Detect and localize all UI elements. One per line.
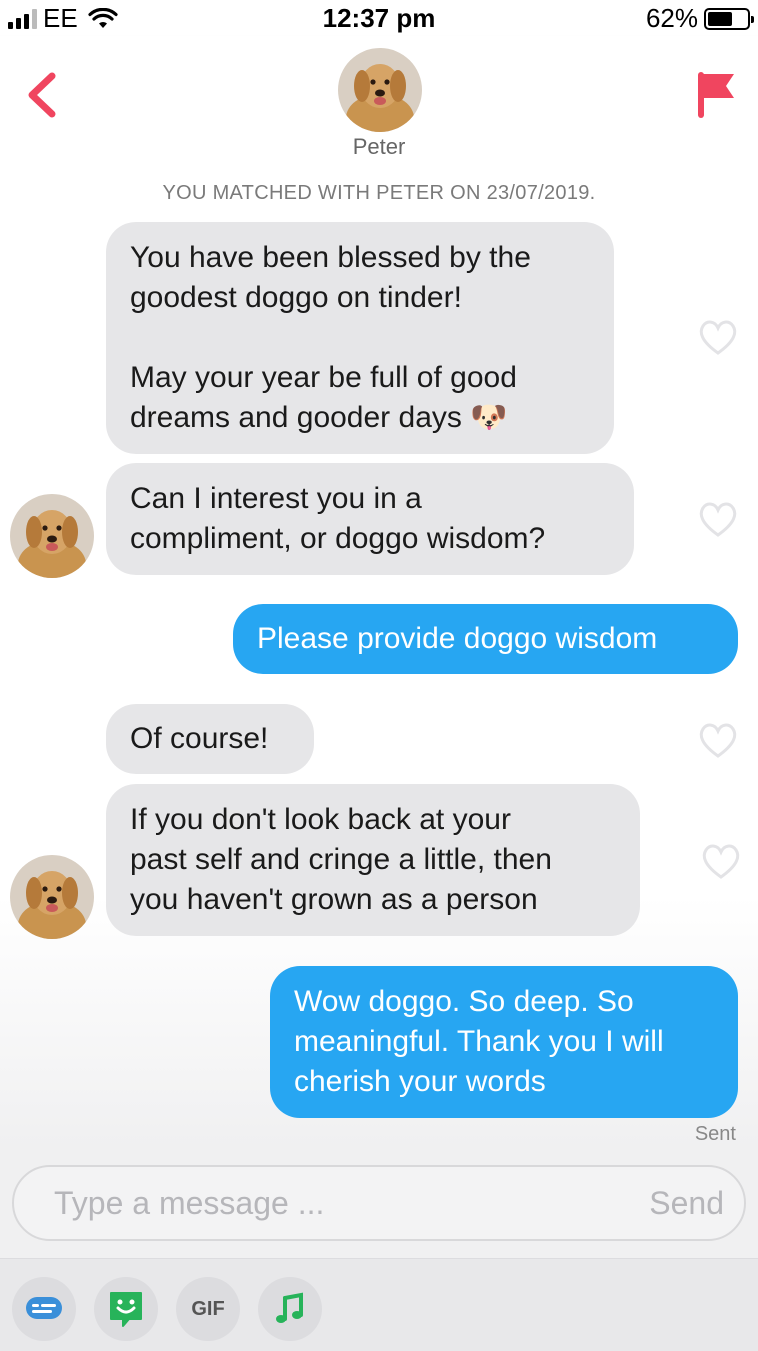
message-line: Please provide doggo wisdom (257, 622, 658, 655)
incoming-message[interactable]: If you don't look back at your past self… (106, 784, 640, 936)
status-time: 12:37 pm (322, 3, 436, 33)
incoming-message[interactable]: Can I interest you in a compliment, or d… (106, 463, 634, 575)
outgoing-message[interactable]: Please provide doggo wisdom (233, 604, 738, 674)
profile-avatar[interactable] (338, 48, 422, 132)
message-bubble-icon (26, 1297, 62, 1319)
message-line: dreams and gooder days 🐶 (130, 398, 590, 438)
message-line: you haven't grown as a person (130, 883, 538, 916)
message-line: You have been blessed by the (130, 241, 531, 274)
gif-button[interactable]: GIF (176, 1277, 240, 1341)
composer: Type a message ... Send (0, 1148, 758, 1258)
like-heart-icon[interactable] (700, 842, 742, 880)
status-right: 62% (645, 3, 754, 34)
gif-icon: GIF (191, 1297, 225, 1320)
message-line: Of course! (130, 722, 269, 755)
sender-avatar[interactable] (10, 855, 94, 939)
smiley-sticker-icon (110, 1292, 142, 1327)
message-line: cherish your words (294, 1065, 546, 1098)
message-line-text: dreams and gooder days (130, 401, 462, 434)
music-note-icon (276, 1292, 303, 1323)
like-heart-icon[interactable] (697, 721, 739, 759)
message-line: Wow doggo. So deep. So (294, 985, 634, 1018)
back-button[interactable] (20, 68, 64, 122)
match-notice: YOU MATCHED WITH PETER ON 23/07/2019. (162, 182, 596, 204)
dog-avatar-icon (10, 494, 94, 578)
chat-thread[interactable]: YOU MATCHED WITH PETER ON 23/07/2019. Yo… (0, 178, 758, 1148)
profile-name[interactable]: Peter (0, 134, 758, 160)
incoming-message[interactable]: Of course! (106, 704, 314, 774)
send-button[interactable]: Send (649, 1185, 724, 1222)
message-line: If you don't look back at your (130, 803, 511, 836)
message-line: meaningful. Thank you I will (294, 1025, 664, 1058)
message-line: past self and cringe a little, then (130, 843, 552, 876)
battery-fill (708, 11, 732, 26)
sender-avatar[interactable] (10, 494, 94, 578)
dog-avatar-icon (10, 855, 94, 939)
message-input[interactable]: Type a message ... Send (12, 1165, 746, 1241)
sticker-button[interactable] (94, 1277, 158, 1341)
puppy-emoji: 🐶 (470, 401, 508, 434)
message-line: May your year be full of good (130, 361, 517, 394)
sent-status: Sent (694, 1123, 736, 1145)
like-heart-icon[interactable] (697, 500, 739, 538)
message-bubble-button[interactable] (12, 1277, 76, 1341)
incoming-message[interactable]: You have been blessed by the goodest dog… (106, 222, 614, 454)
message-line: goodest doggo on tinder! (130, 281, 462, 314)
dog-avatar-icon (338, 48, 422, 132)
like-heart-icon[interactable] (697, 318, 739, 356)
status-bar: EE 12:37 pm 62% (0, 0, 758, 36)
message-line: compliment, or doggo wisdom? (130, 522, 546, 555)
outgoing-message[interactable]: Wow doggo. So deep. So meaningful. Thank… (270, 966, 738, 1118)
report-flag-button[interactable] (694, 70, 738, 120)
chat-header: Peter (0, 36, 758, 178)
battery-percent: 62% (645, 3, 698, 33)
music-button[interactable] (258, 1277, 322, 1341)
message-line: Can I interest you in a (130, 482, 422, 515)
attachment-toolbar: GIF (0, 1258, 758, 1351)
message-input-placeholder: Type a message ... (54, 1185, 325, 1221)
battery-icon (704, 7, 754, 30)
